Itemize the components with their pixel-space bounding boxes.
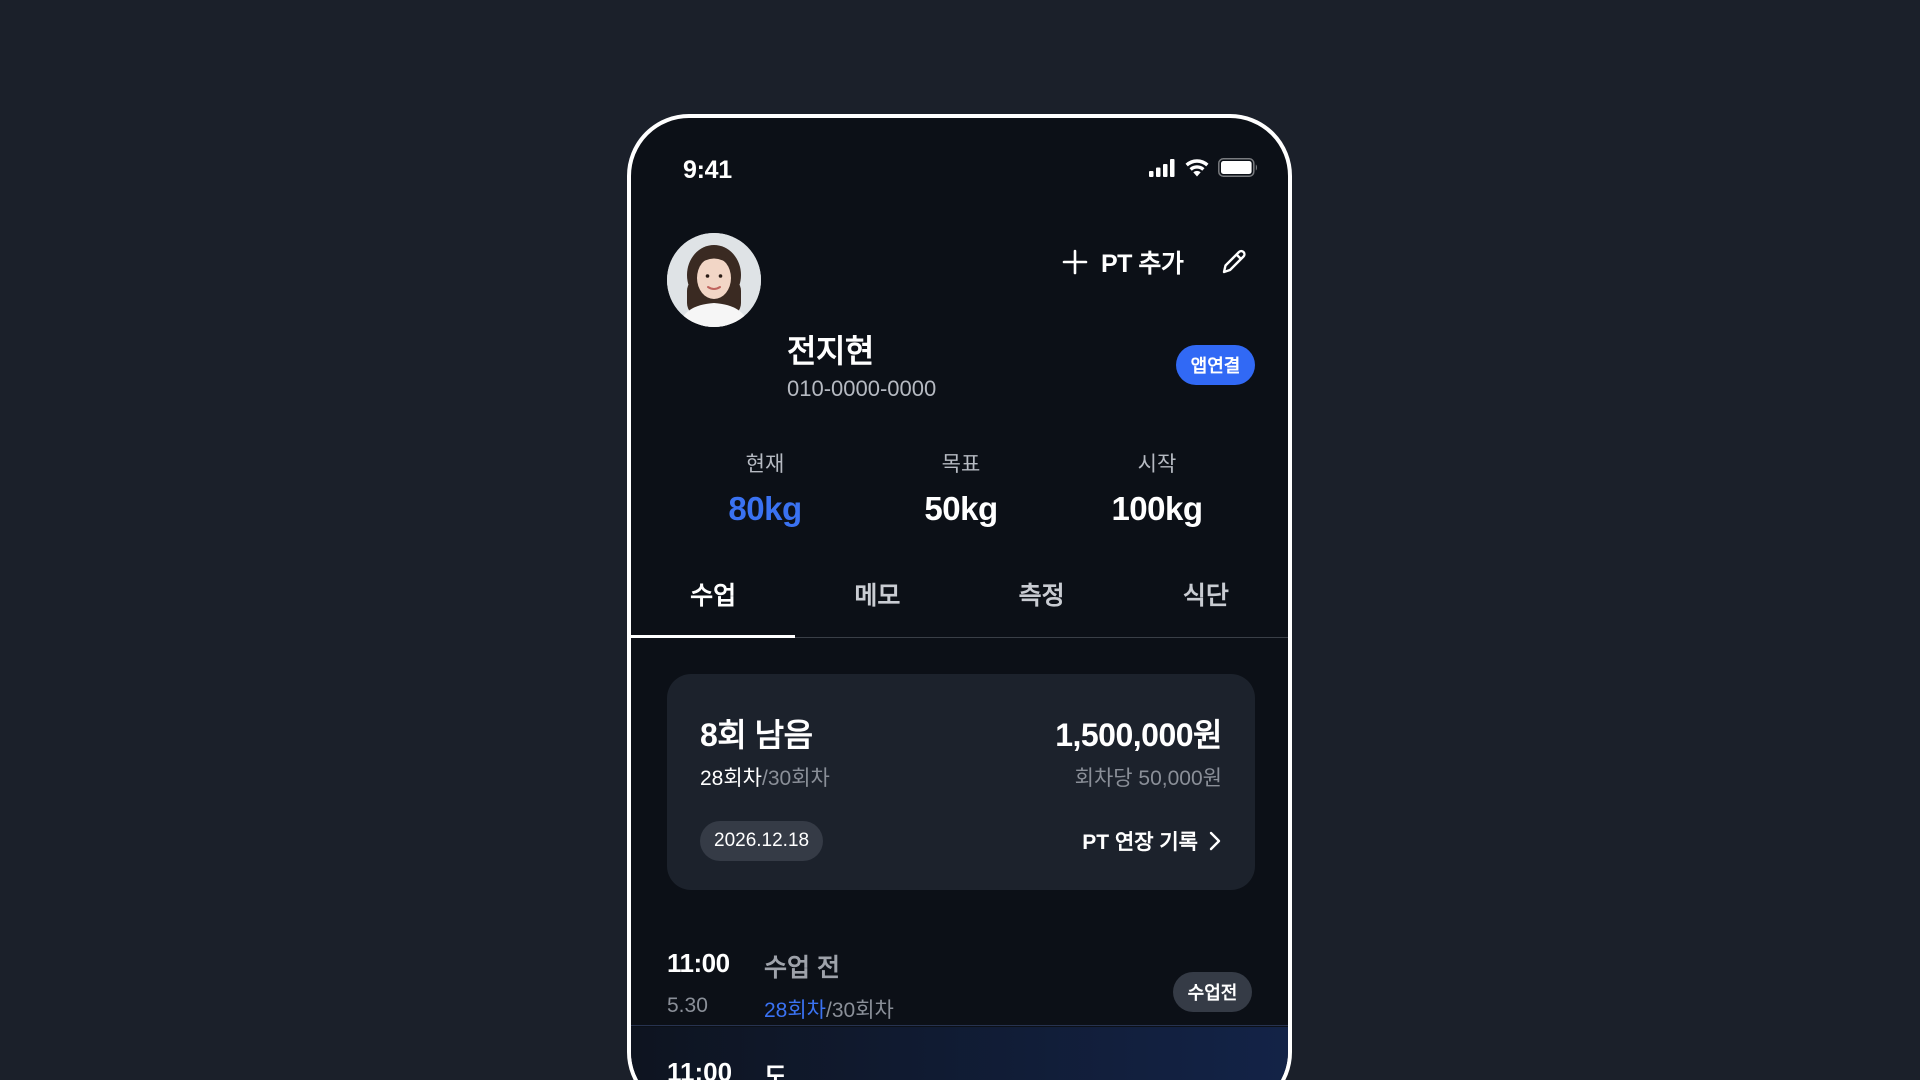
remaining-sessions: 8회 남음 [700, 717, 813, 753]
tab-lessons[interactable]: 수업 [631, 558, 796, 638]
lesson-current-session: 28회차 [764, 999, 826, 1022]
phone-frame: 9:41 PT 추가 전지현 010-0000-0000 앱연결 현재 80kg… [627, 114, 1292, 1080]
lesson-item[interactable]: 11:00 도 [631, 1027, 1288, 1080]
tab-memo[interactable]: 메모 [795, 558, 959, 637]
expiry-date-chip: 2026.12.18 [700, 821, 824, 861]
lesson-time: 11:00 [667, 948, 730, 978]
weight-label: 시작 [1137, 453, 1177, 476]
plus-icon [1062, 249, 1088, 275]
session-progress: 28회차/30회차 [700, 762, 830, 792]
lesson-title: 도 [764, 1063, 788, 1080]
wifi-icon [1185, 159, 1209, 177]
app-connect-badge: 앱연결 [1176, 345, 1255, 385]
price-per-session: 회차당 50,000원 [1074, 767, 1222, 790]
battery-icon [1218, 158, 1257, 177]
current-session: 28회차 [700, 767, 762, 790]
add-pt-label: PT 추가 [1101, 250, 1184, 278]
lesson-time: 11:00 [667, 1057, 733, 1080]
weight-value: 50kg [924, 490, 998, 527]
member-name: 전지현 [787, 333, 874, 369]
weight-value: 80kg [728, 490, 802, 527]
pencil-icon [1222, 249, 1246, 274]
lesson-status-badge: 수업전 [1173, 972, 1252, 1012]
chevron-right-icon [1209, 831, 1221, 851]
add-pt-button[interactable]: PT 추가 [1061, 242, 1184, 282]
profile-photo [667, 233, 761, 327]
weight-label: 현재 [745, 453, 785, 476]
pt-extension-label: PT 연장 기록 [1082, 831, 1198, 854]
tab-diet[interactable]: 식단 [1124, 558, 1288, 637]
lesson-title: 수업 전 [764, 954, 840, 982]
lesson-item[interactable]: 11:00 수업 전 5.30 28회차/30회차 수업전 [631, 908, 1288, 1026]
weight-summary: 현재 80kg 목표 50kg 시작 100kg [667, 448, 1255, 538]
edit-button[interactable] [1214, 242, 1254, 282]
member-phone: 010-0000-0000 [787, 376, 937, 401]
lesson-date: 5.30 [667, 994, 708, 1017]
lesson-total-sessions: 30회차 [831, 999, 894, 1022]
weight-current: 현재 80kg [667, 448, 863, 538]
lesson-session-progress: 28회차/30회차 [764, 994, 894, 1024]
pt-summary-card: 8회 남음 1,500,000원 28회차/30회차 회차당 50,000원 2… [667, 674, 1255, 890]
status-icons [1149, 158, 1258, 177]
tab-bar: 수업 메모 측정 식단 [631, 558, 1288, 638]
weight-value: 100kg [1111, 490, 1203, 527]
total-sessions: 30회차 [767, 767, 830, 790]
weight-label: 목표 [941, 453, 981, 476]
status-bar: 9:41 [631, 118, 1288, 198]
total-price: 1,500,000원 [1055, 717, 1222, 753]
avatar [667, 233, 761, 327]
signal-icon [1149, 158, 1175, 177]
weight-start: 시작 100kg [1059, 448, 1255, 538]
pt-extension-history-link[interactable]: PT 연장 기록 [1082, 821, 1222, 861]
tab-measurement[interactable]: 측정 [960, 558, 1124, 637]
weight-goal: 목표 50kg [863, 448, 1059, 538]
status-time: 9:41 [683, 156, 732, 184]
